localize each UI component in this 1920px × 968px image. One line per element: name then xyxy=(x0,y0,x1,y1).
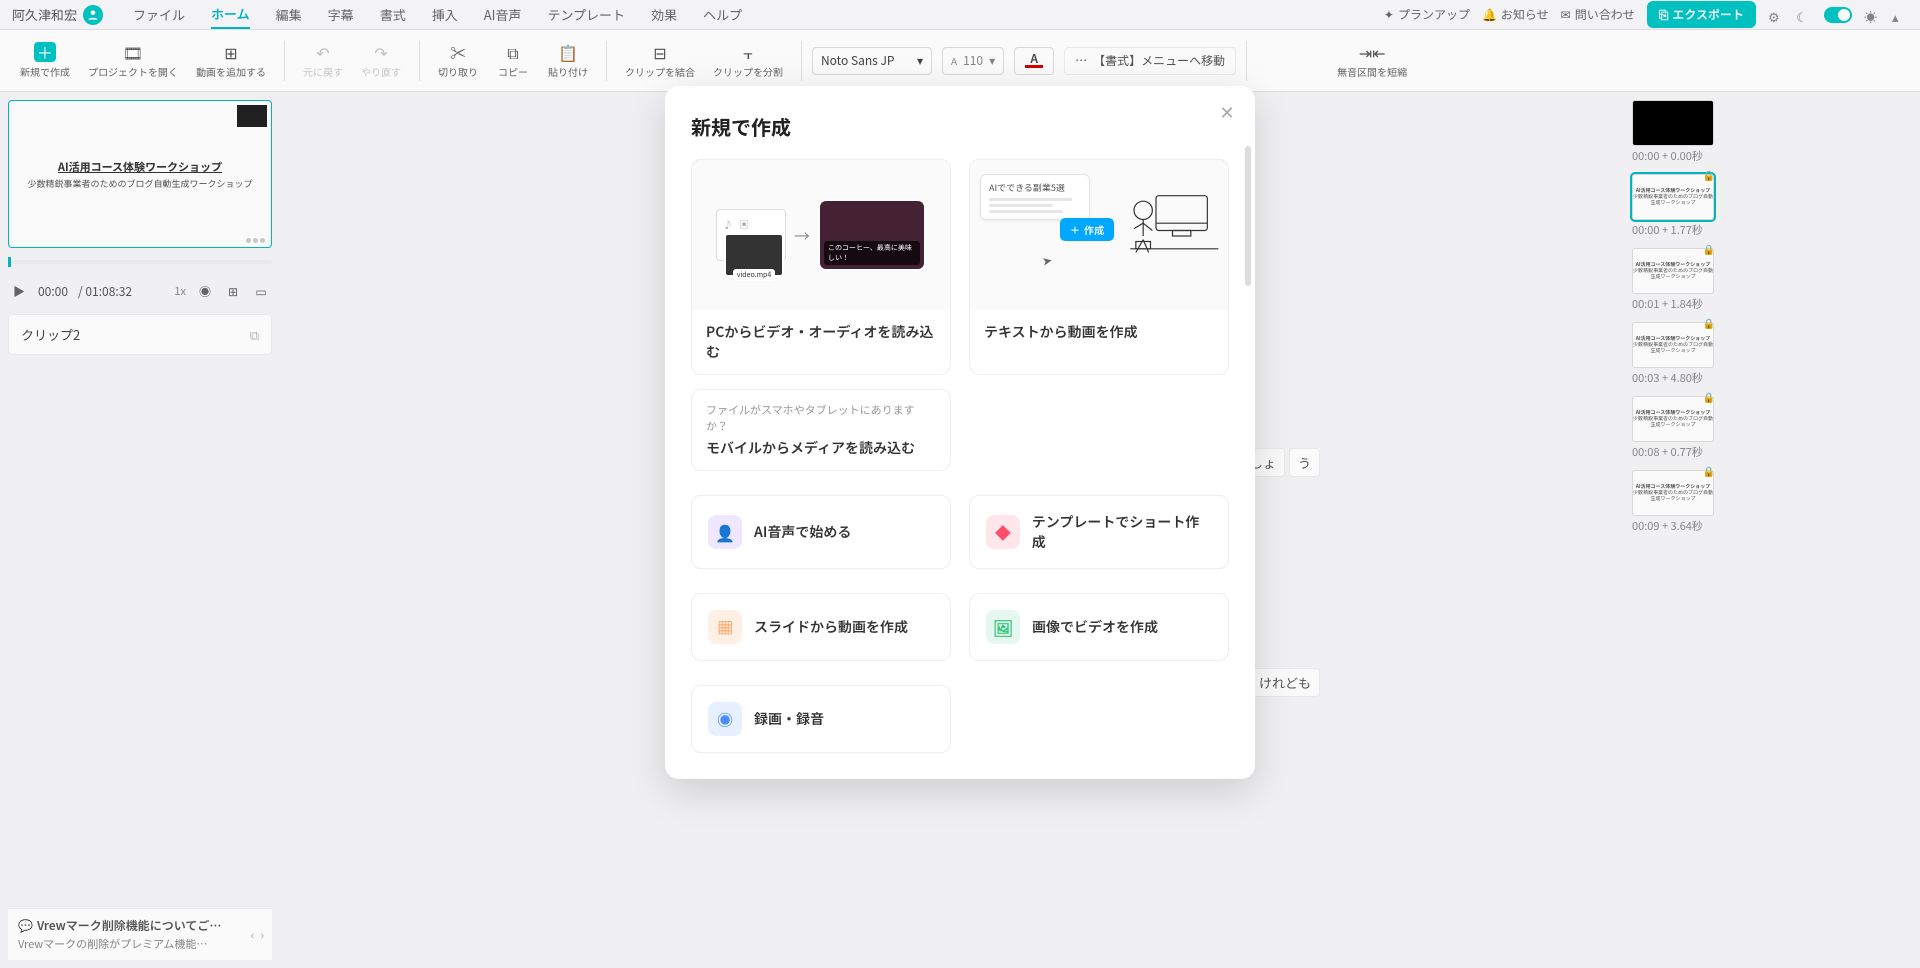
record-label: 録画・録音 xyxy=(754,709,824,729)
new-project-modal: ✕ 新規で作成 video.mp4 → このコーヒー、最高に美味しい！ PCから… xyxy=(665,86,1255,779)
mobile-import-label: モバイルからメディアを読み込む xyxy=(706,438,936,458)
slide-video-label: スライドから動画を作成 xyxy=(754,617,908,637)
option-mobile-import[interactable]: ファイルがスマホやタブレットにありますか？ モバイルからメディアを読み込む xyxy=(691,389,951,471)
option-text-to-video[interactable]: AIでできる副業5選 ＋ 作成 ➤ xyxy=(969,159,1229,375)
hero-illustration-pc: video.mp4 → このコーヒー、最高に美味しい！ xyxy=(692,160,950,310)
desk-illustration xyxy=(1112,170,1222,280)
option-record[interactable]: ◉ 録画・録音 xyxy=(691,685,951,753)
close-icon[interactable]: ✕ xyxy=(1215,100,1239,124)
option-pc-import[interactable]: video.mp4 → このコーヒー、最高に美味しい！ PCからビデオ・オーディ… xyxy=(691,159,951,375)
caption-text: このコーヒー、最高に美味しい！ xyxy=(824,241,920,265)
ai-voice-label: AI音声で始める xyxy=(754,522,851,542)
template-short-label: テンプレートでショート作成 xyxy=(1032,512,1212,552)
modal-title: 新規で作成 xyxy=(691,112,1229,141)
mobile-hint: ファイルがスマホやタブレットにありますか？ xyxy=(706,402,936,434)
option-ai-voice[interactable]: 👤 AI音声で始める xyxy=(691,495,951,569)
video-tag: video.mp4 xyxy=(733,269,776,281)
arrow-right-icon: → xyxy=(794,223,810,247)
text-card-title: AIでできる副業5選 xyxy=(989,181,1065,194)
option-template-short[interactable]: ◆ テンプレートでショート作成 xyxy=(969,495,1229,569)
option-text-to-video-label: テキストから動画を作成 xyxy=(970,310,1228,354)
ai-voice-icon: 👤 xyxy=(708,515,742,549)
modal-scrollbar[interactable] xyxy=(1245,146,1251,286)
option-image-video[interactable]: 🖼 画像でビデオを作成 xyxy=(969,593,1229,661)
template-icon: ◆ xyxy=(986,515,1020,549)
cursor-icon: ➤ xyxy=(1041,251,1054,269)
record-icon: ◉ xyxy=(708,702,742,736)
modal-overlay: ✕ 新規で作成 video.mp4 → このコーヒー、最高に美味しい！ PCから… xyxy=(0,0,1920,968)
option-pc-import-label: PCからビデオ・オーディオを読み込む xyxy=(692,310,950,374)
illus-create-button: ＋ 作成 xyxy=(1060,218,1114,241)
image-video-label: 画像でビデオを作成 xyxy=(1032,617,1158,637)
hero-illustration-text: AIでできる副業5選 ＋ 作成 ➤ xyxy=(970,160,1228,310)
image-icon: 🖼 xyxy=(986,610,1020,644)
slide-icon: ▦ xyxy=(708,610,742,644)
option-slide-video[interactable]: ▦ スライドから動画を作成 xyxy=(691,593,951,661)
